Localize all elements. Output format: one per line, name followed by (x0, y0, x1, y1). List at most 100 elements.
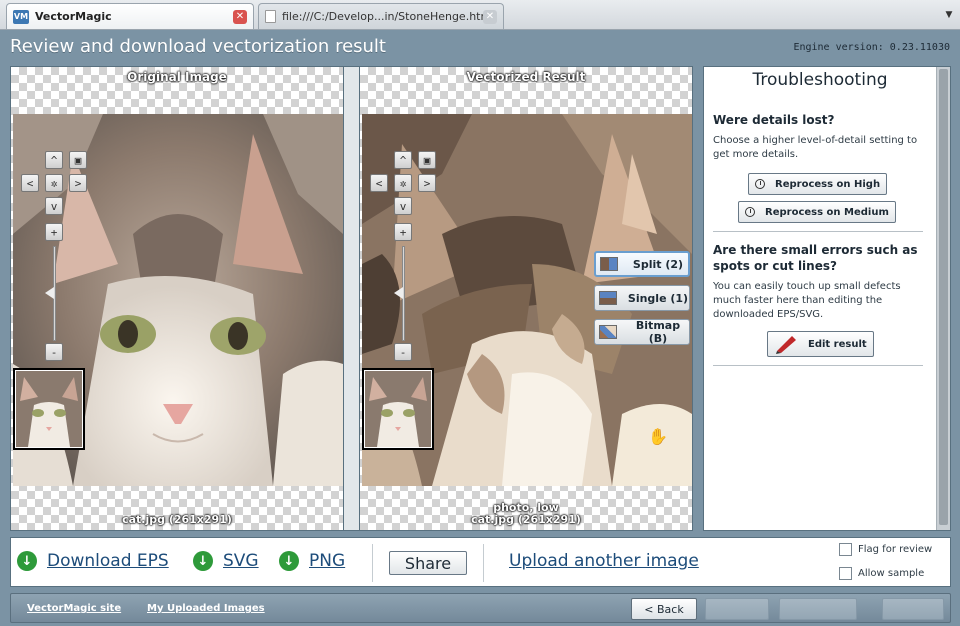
zoom-controls: ^ ▣ < ✲ > v + - (21, 151, 87, 361)
zoom-controls: ^ ▣ < ✲ > v + - (370, 151, 436, 361)
original-image-caption: cat.jpg (261x291) (122, 513, 232, 526)
small-errors-body: You can easily touch up small defects mu… (713, 281, 901, 320)
allow-sample-checkbox[interactable] (839, 567, 852, 580)
original-image-panel[interactable]: Original Image cat.jpg (261x291) ^ ▣ < ✲… (10, 66, 344, 531)
browser-tab-strip: VM VectorMagic ✕ file:///C:/Develop...in… (0, 0, 960, 30)
download-svg-link[interactable]: ↓ SVG (193, 551, 259, 571)
details-lost-heading: Were details lost? (713, 113, 835, 127)
vectorized-result-label: Vectorized Result (466, 70, 586, 84)
zoom-in-button[interactable]: + (45, 223, 63, 241)
center-view-icon[interactable]: ✲ (394, 174, 412, 192)
vectorized-thumbnail[interactable] (362, 368, 434, 450)
section-divider (713, 231, 923, 232)
pan-down-button[interactable]: v (45, 197, 63, 215)
back-button[interactable]: < Back (631, 598, 697, 620)
chevron-down-icon[interactable]: ▼ (942, 6, 956, 24)
browser-tab-vectormagic[interactable]: VM VectorMagic ✕ (6, 3, 254, 29)
my-uploaded-images-link[interactable]: My Uploaded Images (147, 603, 265, 614)
small-errors-heading: Are there small errors such as spots or … (713, 243, 918, 273)
download-eps-link[interactable]: ↓ Download EPS (17, 551, 169, 571)
troubleshooting-scrollbar[interactable] (936, 67, 950, 530)
zoom-in-button[interactable]: + (394, 223, 412, 241)
edit-result-button[interactable]: Edit result (767, 331, 874, 357)
reprocess-medium-label: Reprocess on Medium (765, 206, 889, 218)
section-divider (713, 365, 923, 366)
reprocess-high-button[interactable]: Reprocess on High (748, 173, 888, 195)
single-view-icon (599, 291, 617, 305)
pan-right-button[interactable]: > (69, 174, 87, 192)
download-bar: ↓ Download EPS ↓ SVG ↓ PNG Share Upload … (10, 537, 951, 587)
close-tab-icon[interactable]: ✕ (233, 9, 247, 24)
download-arrow-icon: ↓ (193, 551, 213, 571)
footer-bar: VectorMagic site My Uploaded Images < Ba… (10, 593, 951, 623)
engine-version: Engine version: 0.23.11030 (793, 42, 950, 53)
pan-down-button[interactable]: v (394, 197, 412, 215)
scrollbar-thumb[interactable] (939, 69, 948, 525)
wizard-button-disabled (779, 598, 857, 620)
thumbnail-cat-photo (16, 371, 82, 447)
bitmap-view-label: Bitmap (B) (635, 319, 681, 345)
flag-for-review-checkbox[interactable] (839, 543, 852, 556)
flag-for-review-option[interactable]: Flag for review (839, 543, 932, 556)
download-eps-label: Download EPS (47, 551, 169, 571)
allow-sample-option[interactable]: Allow sample (839, 567, 924, 580)
clock-icon (745, 207, 755, 217)
split-view-label: Split (2) (632, 257, 684, 271)
panel-divider (344, 66, 359, 531)
reprocess-high-label: Reprocess on High (775, 178, 881, 190)
single-view-label: Single (1) (627, 291, 689, 305)
vectorized-caption: photo, low cat.jpg (261x291) (360, 502, 692, 526)
zoom-slider-thumb[interactable] (394, 287, 403, 299)
single-view-button[interactable]: Single (1) (594, 285, 690, 311)
browser-tab-stonehenge[interactable]: file:///C:/Develop...in/StoneHenge.html … (258, 3, 504, 29)
allow-sample-label: Allow sample (858, 568, 925, 579)
reprocess-medium-button[interactable]: Reprocess on Medium (738, 201, 896, 223)
pan-up-button[interactable]: ^ (45, 151, 63, 169)
share-button[interactable]: Share (389, 551, 467, 575)
fit-view-icon[interactable]: ▣ (418, 151, 436, 169)
original-thumbnail[interactable] (13, 368, 85, 450)
edit-result-label: Edit result (808, 338, 867, 350)
next-button-disabled (705, 598, 769, 620)
fit-view-icon[interactable]: ▣ (69, 151, 87, 169)
bitmap-view-icon (599, 325, 617, 339)
download-png-link[interactable]: ↓ PNG (279, 551, 345, 571)
download-arrow-icon: ↓ (279, 551, 299, 571)
cancel-button-disabled (882, 598, 944, 620)
tab-title: file:///C:/Develop...in/StoneHenge.html (282, 10, 483, 23)
hand-cursor-icon: ✋ (648, 427, 668, 446)
pencil-icon (774, 334, 798, 354)
pan-up-button[interactable]: ^ (394, 151, 412, 169)
download-arrow-icon: ↓ (17, 551, 37, 571)
center-view-icon[interactable]: ✲ (45, 174, 63, 192)
flag-for-review-label: Flag for review (858, 544, 933, 555)
divider (372, 544, 373, 582)
vectorized-caption-file: cat.jpg (261x291) (471, 513, 581, 526)
download-svg-label: SVG (223, 551, 259, 571)
details-lost-body: Choose a higher level-of-detail setting … (713, 135, 918, 160)
upload-another-image-link[interactable]: Upload another image (509, 551, 699, 571)
page-favicon-icon (265, 10, 276, 23)
vectormagic-favicon-icon: VM (13, 9, 29, 24)
vectormagic-site-link[interactable]: VectorMagic site (27, 603, 121, 614)
vectorized-result-panel[interactable]: Vectorized Result photo, low cat.jpg (26… (359, 66, 693, 531)
bitmap-view-button[interactable]: Bitmap (B) (594, 319, 690, 345)
split-view-icon (600, 257, 618, 271)
pan-left-button[interactable]: < (370, 174, 388, 192)
original-image-label: Original Image (127, 70, 227, 84)
pan-left-button[interactable]: < (21, 174, 39, 192)
page-title: Review and download vectorization result (10, 36, 386, 57)
zoom-out-button[interactable]: - (394, 343, 412, 361)
small-errors-section: Are there small errors such as spots or … (713, 242, 925, 322)
details-lost-section: Were details lost? Choose a higher level… (713, 112, 925, 162)
pan-right-button[interactable]: > (418, 174, 436, 192)
thumbnail-cat-photo (365, 371, 431, 447)
clock-icon (755, 179, 765, 189)
zoom-slider-thumb[interactable] (45, 287, 54, 299)
zoom-out-button[interactable]: - (45, 343, 63, 361)
close-tab-icon[interactable]: ✕ (483, 9, 497, 24)
troubleshooting-title: Troubleshooting (752, 70, 888, 90)
split-view-button[interactable]: Split (2) (594, 251, 690, 277)
troubleshooting-panel: Troubleshooting Were details lost? Choos… (703, 66, 951, 531)
download-png-label: PNG (309, 551, 346, 571)
